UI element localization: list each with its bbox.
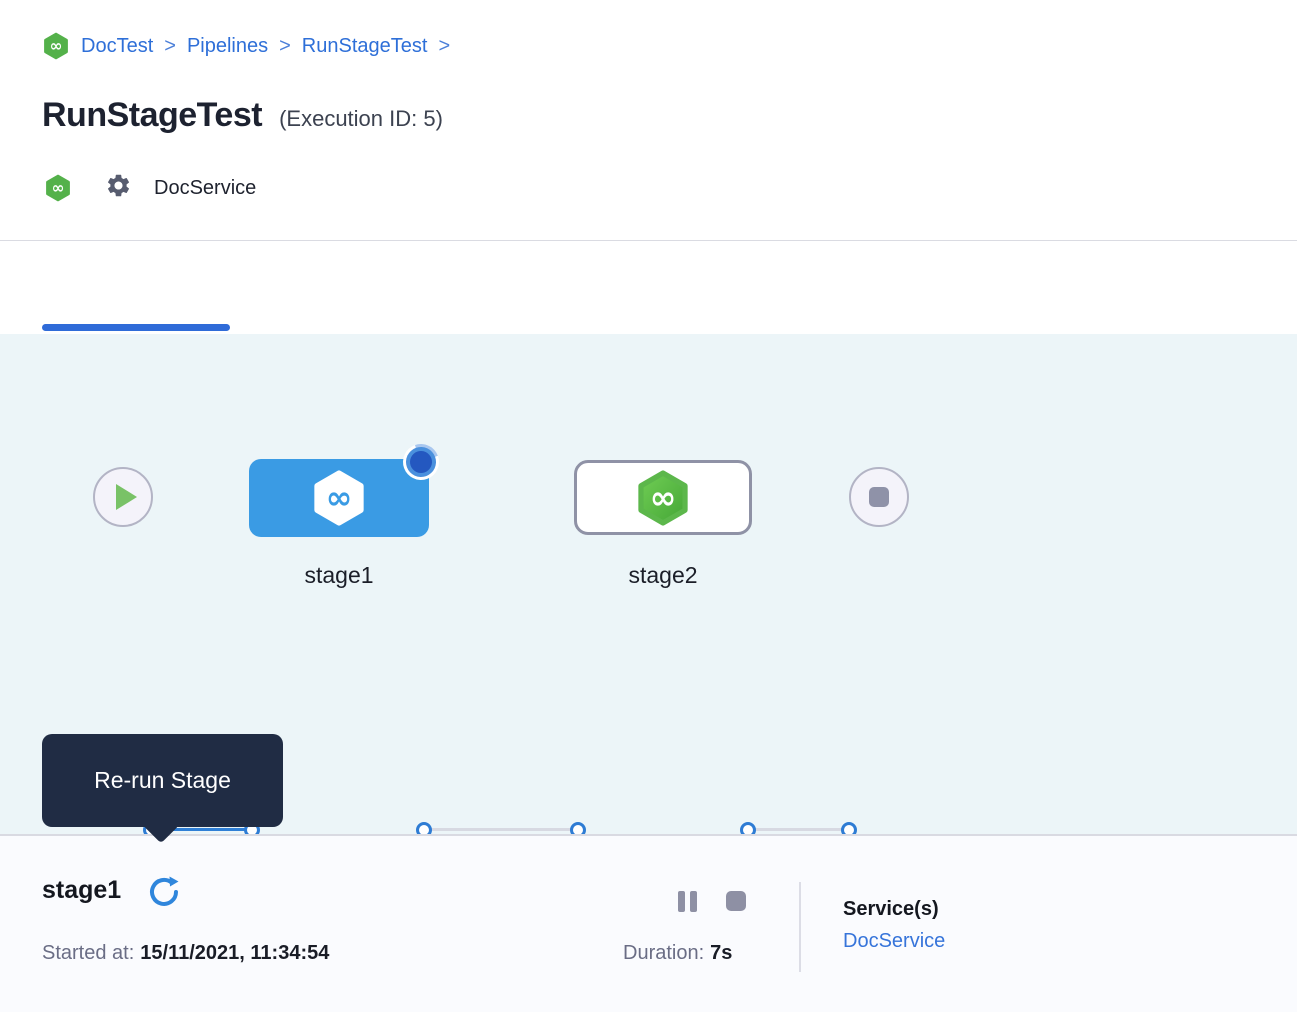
- service-link[interactable]: DocService: [843, 930, 945, 953]
- play-icon: [116, 484, 137, 510]
- end-node: [849, 467, 909, 527]
- svg-text:∞: ∞: [52, 179, 65, 197]
- harness-logo-icon: ∞: [42, 32, 70, 60]
- stage1-label: stage1: [249, 562, 429, 589]
- stage-node-stage2[interactable]: ∞: [574, 460, 752, 535]
- stage2-label: stage2: [574, 562, 752, 589]
- pause-icon: [690, 891, 697, 912]
- duration-label: Duration:: [623, 942, 704, 964]
- edge-stage1-stage2: [427, 828, 581, 831]
- service-name: DocService: [154, 177, 256, 200]
- breadcrumb-separator: >: [279, 35, 291, 58]
- title-row: RunStageTest (Execution ID: 5): [42, 96, 443, 135]
- service-row: ∞ DocService: [44, 172, 256, 204]
- stage-hexagon-icon: ∞: [310, 469, 368, 527]
- svg-text:∞: ∞: [650, 478, 677, 516]
- breadcrumb: ∞ DocTest > Pipelines > RunStageTest >: [42, 32, 450, 60]
- started-at-value: 15/11/2021, 11:34:54: [140, 942, 329, 964]
- breadcrumb-link-pipelines[interactable]: Pipelines: [187, 35, 268, 58]
- services-label: Service(s): [843, 898, 939, 921]
- pipeline-execution-page: ∞ DocTest > Pipelines > RunStageTest > R…: [0, 0, 1297, 1012]
- started-at-label: Started at:: [42, 942, 134, 964]
- execution-footer: stage1 Started at: 15/11/2021, 11:34:54 D…: [0, 834, 1297, 1012]
- breadcrumb-link-project[interactable]: DocTest: [81, 35, 153, 58]
- refresh-icon: [146, 874, 182, 910]
- footer-divider: [799, 882, 801, 972]
- breadcrumb-link-pipeline-name[interactable]: RunStageTest: [302, 35, 428, 58]
- rerun-stage-button[interactable]: [146, 874, 182, 910]
- duration-row: Duration: 7s: [623, 942, 732, 965]
- rerun-stage-tooltip: Re-run Stage: [42, 734, 283, 827]
- header: ∞ DocTest > Pipelines > RunStageTest > R…: [0, 0, 1297, 241]
- stage-node-stage1[interactable]: ∞: [249, 459, 429, 537]
- start-node: [93, 467, 153, 527]
- page-title: RunStageTest: [42, 96, 262, 135]
- active-tab-underline: [42, 324, 230, 331]
- duration-value: 7s: [710, 942, 732, 964]
- pause-icon: [678, 891, 685, 912]
- tab-bar: Pipeline Inputs: [0, 242, 1297, 334]
- breadcrumb-separator: >: [164, 35, 176, 58]
- harness-logo-icon: ∞: [44, 174, 72, 202]
- stop-icon: [869, 487, 889, 507]
- breadcrumb-separator: >: [438, 35, 450, 58]
- stop-execution-button[interactable]: [726, 891, 746, 911]
- tooltip-label: Re-run Stage: [94, 767, 231, 794]
- pause-button[interactable]: [678, 891, 697, 912]
- svg-text:∞: ∞: [50, 37, 63, 55]
- stage-hexagon-icon: ∞: [634, 469, 692, 527]
- gear-icon: [72, 172, 132, 204]
- svg-text:∞: ∞: [326, 478, 353, 516]
- running-spinner-icon: [397, 438, 445, 486]
- execution-id-label: (Execution ID: 5): [279, 106, 443, 132]
- started-at-row: Started at: 15/11/2021, 11:34:54: [42, 942, 329, 965]
- footer-stage-name: stage1: [42, 876, 121, 905]
- edge-stage2-end: [750, 828, 851, 831]
